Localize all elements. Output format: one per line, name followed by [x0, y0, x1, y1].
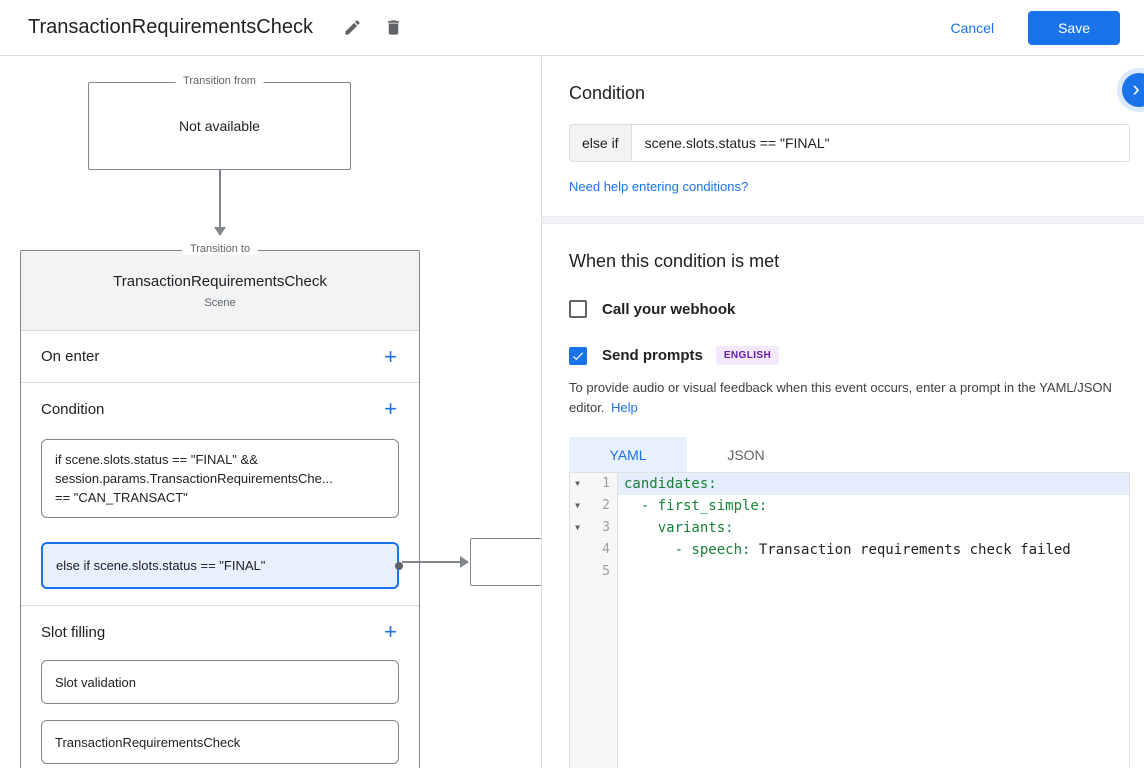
panel-title: Condition [569, 83, 1130, 104]
trash-icon [384, 18, 403, 37]
line-number: 3 [585, 517, 617, 539]
arrow-head-icon [214, 227, 226, 236]
cancel-button[interactable]: Cancel [950, 20, 994, 36]
on-enter-label: On enter [41, 348, 99, 365]
section-divider [542, 216, 1144, 224]
when-condition-met-title: When this condition is met [569, 251, 1130, 272]
transition-from-label: Transition from [175, 75, 264, 87]
language-badge: ENGLISH [716, 346, 779, 365]
prompt-description-text: To provide audio or visual feedback when… [569, 380, 1112, 415]
page-title: TransactionRequirementsCheck [28, 16, 313, 39]
gutter-line: 5 [570, 561, 617, 583]
check-icon [571, 349, 585, 363]
scene-subtitle: Scene [204, 297, 235, 309]
transition-to-label: Transition to [182, 243, 258, 255]
slot-item-label: Slot validation [55, 675, 136, 690]
condition-label: Condition [41, 401, 104, 418]
condition-input-row: else if [569, 124, 1130, 162]
editor-code-area[interactable]: candidates: - first_simple: variants: - … [618, 473, 1129, 768]
transition-target-node[interactable] [470, 538, 541, 586]
add-slot-button[interactable]: + [382, 621, 399, 643]
gutter-line: 4 [570, 539, 617, 561]
edit-title-button[interactable] [337, 12, 368, 43]
delete-scene-button[interactable] [378, 12, 409, 43]
top-bar: TransactionRequirementsCheck Cancel Save [0, 0, 1144, 56]
scene-card: Transition to TransactionRequirementsChe… [20, 250, 420, 768]
condition-connector-line [402, 561, 461, 563]
pencil-icon [343, 18, 362, 37]
line-number: 5 [585, 561, 617, 583]
code-line: variants: [618, 517, 1129, 539]
slot-item[interactable]: Slot validation [41, 660, 399, 704]
editor-gutter: ▼ 1 ▼ 2 ▼ 3 4 [570, 473, 618, 768]
conditions-help-link[interactable]: Need help entering conditions? [569, 179, 748, 194]
slot-item[interactable]: TransactionRequirementsCheck [41, 720, 399, 764]
slot-filling-section: Slot filling + Slot validation Transacti… [21, 606, 419, 764]
scene-card-header[interactable]: TransactionRequirementsCheck Scene [21, 251, 419, 331]
condition-line: session.params.TransactionRequirementsCh… [55, 469, 385, 488]
gutter-line: ▼ 1 [570, 473, 617, 495]
condition-item-selected[interactable]: else if scene.slots.status == "FINAL" [41, 542, 399, 589]
fold-arrow-icon[interactable]: ▼ [570, 517, 585, 539]
arrow-head-icon [460, 556, 469, 568]
fold-arrow-icon[interactable]: ▼ [570, 495, 585, 517]
main-area: Transition from Not available Transition… [0, 57, 1144, 768]
call-webhook-label: Call your webhook [602, 301, 735, 318]
call-webhook-checkbox[interactable] [569, 300, 587, 318]
slot-filling-section-header: Slot filling + [21, 606, 419, 658]
add-on-enter-button[interactable]: + [382, 346, 399, 368]
prompt-description: To provide audio or visual feedback when… [569, 378, 1130, 418]
webhook-row: Call your webhook [569, 300, 1130, 318]
condition-item[interactable]: if scene.slots.status == "FINAL" && sess… [41, 439, 399, 518]
line-number: 4 [585, 539, 617, 561]
transition-from-node[interactable]: Transition from Not available [88, 82, 351, 170]
tab-json[interactable]: JSON [687, 437, 805, 472]
send-prompts-checkbox[interactable] [569, 347, 587, 365]
send-prompts-row: Send prompts ENGLISH [569, 346, 1130, 365]
scene-graph-canvas: Transition from Not available Transition… [0, 57, 541, 768]
condition-editor-section: Condition › else if Need help entering c… [542, 57, 1144, 216]
tab-yaml[interactable]: YAML [569, 437, 687, 472]
scene-title: TransactionRequirementsCheck [113, 273, 327, 290]
add-condition-button[interactable]: + [382, 398, 399, 420]
transition-from-value: Not available [89, 83, 350, 169]
plus-icon: + [384, 396, 397, 421]
code-line [618, 561, 1129, 583]
editor-tabs: YAML JSON [569, 437, 1130, 472]
code-line: - first_simple: [618, 495, 1129, 517]
condition-section: Condition + if scene.slots.status == "FI… [21, 383, 419, 606]
condition-section-header: Condition + [21, 383, 419, 435]
slot-filling-label: Slot filling [41, 624, 105, 641]
line-number: 1 [585, 473, 617, 495]
condition-line: if scene.slots.status == "FINAL" && [55, 450, 385, 469]
chevron-right-icon: › [1132, 76, 1139, 101]
send-prompts-label: Send prompts [602, 347, 703, 364]
condition-detail-panel: Condition › else if Need help entering c… [541, 57, 1144, 768]
fold-arrow-icon[interactable]: ▼ [570, 473, 585, 495]
transition-arrow [209, 170, 230, 236]
gutter-line: ▼ 2 [570, 495, 617, 517]
plus-icon: + [384, 344, 397, 369]
line-number: 2 [585, 495, 617, 517]
condition-line: == "CAN_TRANSACT" [55, 488, 385, 507]
slot-item-label: TransactionRequirementsCheck [55, 735, 240, 750]
on-enter-section: On enter + [21, 331, 419, 383]
gutter-line: ▼ 3 [570, 517, 617, 539]
condition-handlers-section: When this condition is met Call your web… [542, 251, 1144, 768]
plus-icon: + [384, 619, 397, 644]
save-button[interactable]: Save [1028, 11, 1120, 45]
condition-prefix: else if [569, 124, 631, 162]
code-line: candidates: [618, 473, 1129, 495]
yaml-code-editor[interactable]: ▼ 1 ▼ 2 ▼ 3 4 [569, 472, 1130, 768]
condition-expression-input[interactable] [631, 124, 1130, 162]
code-line: - speech: Transaction requirements check… [618, 539, 1129, 561]
help-link[interactable]: Help [611, 400, 638, 415]
condition-text: else if scene.slots.status == "FINAL" [56, 558, 265, 573]
